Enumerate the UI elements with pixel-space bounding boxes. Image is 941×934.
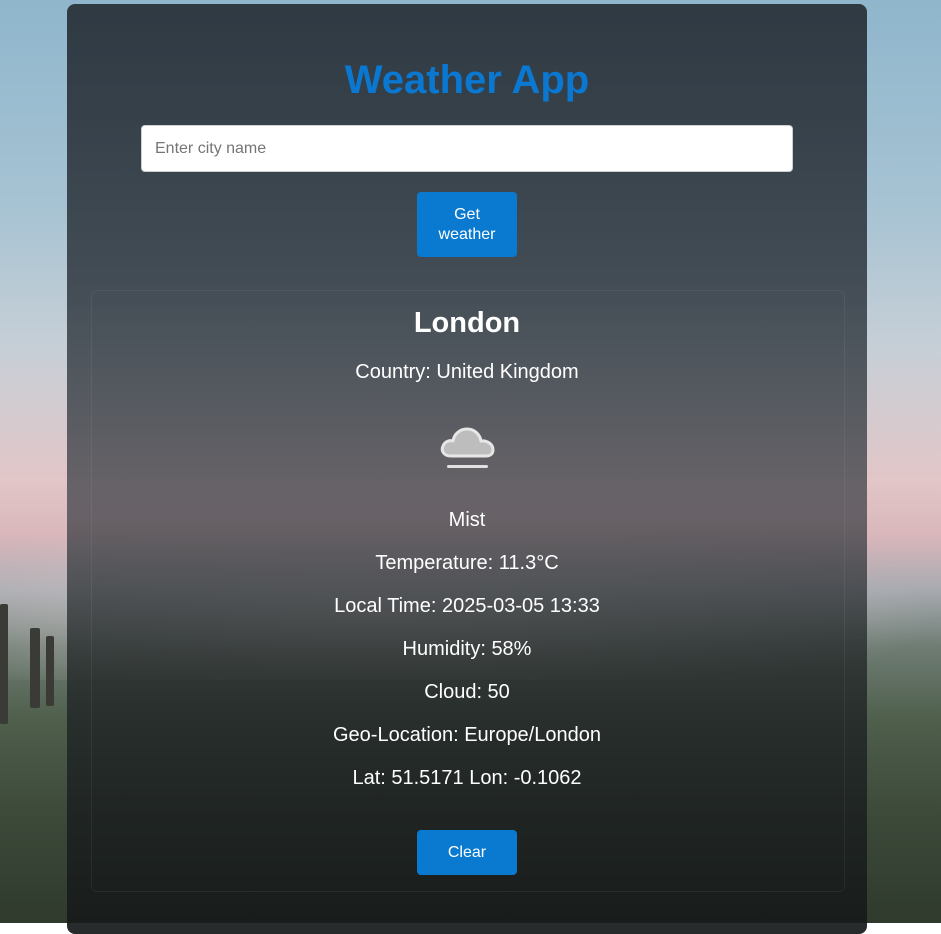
country-text: Country: United Kingdom (67, 360, 867, 384)
fence-post (46, 636, 54, 706)
temperature-text: Temperature: 11.3°C (67, 551, 867, 575)
coordinates-text: Lat: 51.5171 Lon: -0.1062 (67, 766, 867, 790)
cloud-text: Cloud: 50 (67, 680, 867, 704)
app-title: Weather App (67, 56, 867, 104)
humidity-text: Humidity: 58% (67, 637, 867, 661)
get-weather-button[interactable]: Get weather (417, 192, 517, 257)
geo-location-text: Geo-Location: Europe/London (67, 723, 867, 747)
fence-post (0, 604, 8, 724)
condition-text: Mist (67, 508, 867, 532)
clear-button[interactable]: Clear (417, 830, 517, 875)
city-search-input[interactable] (141, 125, 793, 172)
fence-post (30, 628, 40, 708)
local-time-text: Local Time: 2025-03-05 13:33 (67, 594, 867, 618)
weather-card: Weather App Get weather London Country: … (67, 4, 867, 934)
mist-cloud-icon (437, 420, 499, 476)
city-name: London (67, 305, 867, 341)
